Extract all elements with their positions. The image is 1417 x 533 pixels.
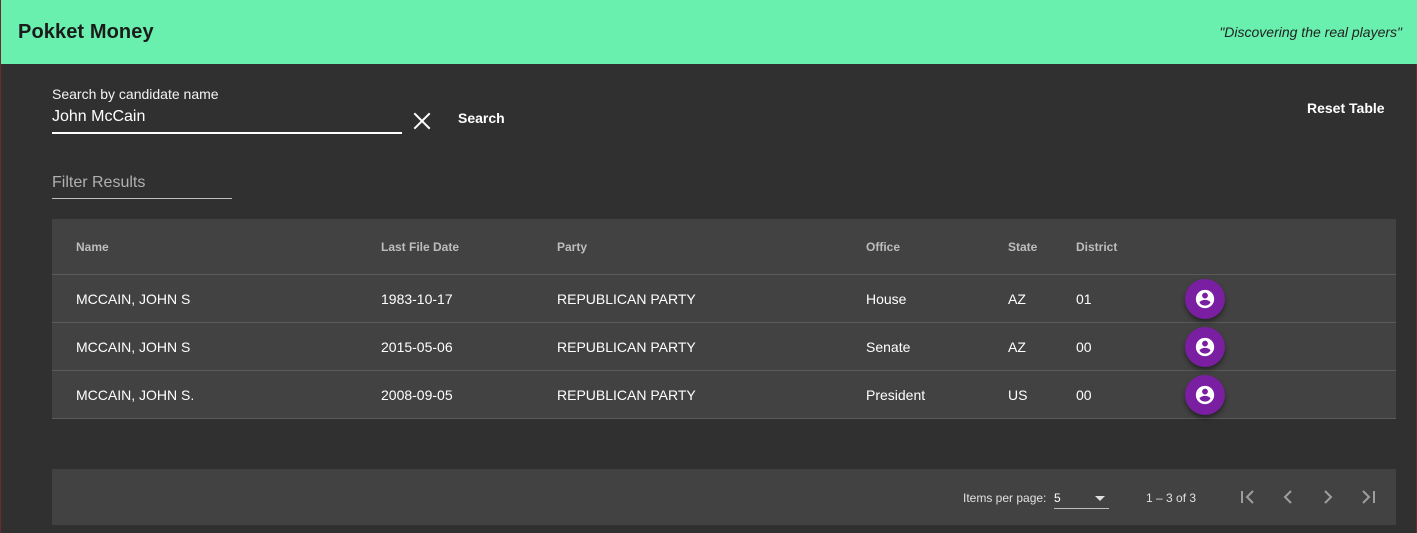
app-title: Pokket Money bbox=[18, 20, 154, 43]
reset-table-button[interactable]: Reset Table bbox=[1307, 100, 1385, 116]
account-circle-icon bbox=[1195, 385, 1215, 404]
cell-last-file-date: 2008-09-05 bbox=[381, 386, 453, 403]
previous-page-button[interactable] bbox=[1276, 485, 1300, 509]
clear-search-button[interactable] bbox=[409, 108, 435, 134]
account-circle-icon bbox=[1195, 337, 1215, 356]
chevron-left-icon bbox=[1283, 490, 1292, 504]
column-header-district[interactable]: District bbox=[1076, 219, 1117, 274]
cell-district: 01 bbox=[1076, 290, 1092, 307]
chevron-right-icon bbox=[1324, 490, 1333, 504]
filter-field bbox=[52, 172, 232, 199]
cell-action bbox=[1185, 323, 1225, 370]
account-circle-icon bbox=[1195, 289, 1215, 308]
cell-action bbox=[1185, 371, 1225, 418]
cell-name: MCCAIN, JOHN S bbox=[76, 338, 191, 355]
cell-party: REPUBLICAN PARTY bbox=[557, 338, 696, 355]
table-paginator: Items per page: 5 1 – 3 of 3 bbox=[52, 469, 1396, 525]
cell-name: MCCAIN, JOHN S bbox=[76, 290, 191, 307]
cell-last-file-date: 2015-05-06 bbox=[381, 338, 453, 355]
last-page-button[interactable] bbox=[1356, 485, 1380, 509]
table-header-row: Name Last File Date Party Office State D… bbox=[52, 219, 1396, 275]
search-button[interactable]: Search bbox=[458, 110, 505, 126]
filter-results-input[interactable] bbox=[52, 172, 232, 199]
cell-office: Senate bbox=[866, 338, 911, 355]
column-header-party[interactable]: Party bbox=[557, 219, 587, 274]
first-page-icon bbox=[1241, 490, 1254, 504]
cell-state: AZ bbox=[1008, 290, 1026, 307]
cell-state: US bbox=[1008, 386, 1028, 403]
cell-action bbox=[1185, 275, 1225, 322]
cell-party: REPUBLICAN PARTY bbox=[557, 290, 696, 307]
view-candidate-button[interactable] bbox=[1185, 374, 1225, 415]
cell-district: 00 bbox=[1076, 386, 1092, 403]
items-per-page-label: Items per page: bbox=[963, 491, 1047, 505]
candidate-search-input[interactable] bbox=[52, 106, 402, 134]
page: Pokket Money "Discovering the real playe… bbox=[0, 0, 1417, 533]
table-row: MCCAIN, JOHN S. 2008-09-05 REPUBLICAN PA… bbox=[52, 371, 1396, 419]
column-header-office[interactable]: Office bbox=[866, 219, 900, 274]
app-toolbar: Pokket Money "Discovering the real playe… bbox=[1, 0, 1417, 64]
next-page-button[interactable] bbox=[1316, 485, 1340, 509]
view-candidate-button[interactable] bbox=[1185, 326, 1225, 367]
first-page-button[interactable] bbox=[1236, 485, 1260, 509]
dropdown-arrow-icon bbox=[1095, 496, 1105, 501]
last-page-icon bbox=[1362, 490, 1375, 504]
app-tagline: "Discovering the real players" bbox=[1219, 24, 1402, 40]
view-candidate-button[interactable] bbox=[1185, 278, 1225, 319]
column-header-name[interactable]: Name bbox=[76, 219, 109, 274]
column-header-state[interactable]: State bbox=[1008, 219, 1037, 274]
candidate-search-field: Search by candidate name bbox=[52, 86, 402, 134]
close-icon bbox=[413, 112, 431, 130]
items-per-page-value: 5 bbox=[1054, 491, 1061, 505]
page-range-label: 1 – 3 of 3 bbox=[1146, 491, 1197, 505]
table-row: MCCAIN, JOHN S 2015-05-06 REPUBLICAN PAR… bbox=[52, 323, 1396, 371]
table-row: MCCAIN, JOHN S 1983-10-17 REPUBLICAN PAR… bbox=[52, 275, 1396, 323]
cell-district: 00 bbox=[1076, 338, 1092, 355]
candidates-table: Name Last File Date Party Office State D… bbox=[52, 219, 1396, 419]
items-per-page-select[interactable]: 5 bbox=[1054, 489, 1109, 509]
cell-office: President bbox=[866, 386, 926, 403]
cell-office: House bbox=[866, 290, 907, 307]
column-header-last-file-date[interactable]: Last File Date bbox=[381, 219, 459, 274]
cell-last-file-date: 1983-10-17 bbox=[381, 290, 453, 307]
cell-name: MCCAIN, JOHN S. bbox=[76, 386, 195, 403]
search-label: Search by candidate name bbox=[52, 86, 219, 102]
cell-party: REPUBLICAN PARTY bbox=[557, 386, 696, 403]
cell-state: AZ bbox=[1008, 338, 1026, 355]
